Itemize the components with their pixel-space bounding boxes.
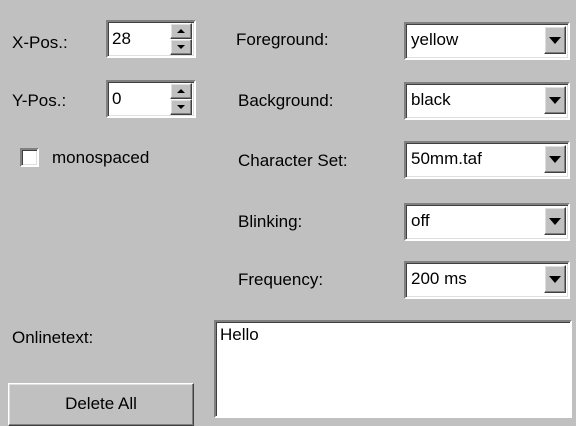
onlinetext-field[interactable]: Hello [214,320,572,418]
foreground-value: yellow [411,30,459,49]
background-value: black [411,90,451,109]
charset-label: Character Set: [238,151,348,170]
foreground-label: Foreground: [236,30,329,49]
delete-all-label: Delete All [65,394,137,413]
background-dropdown-button[interactable] [544,86,566,114]
xpos-decrement-button[interactable] [170,39,192,55]
ypos-label: Y-Pos.: [12,91,67,110]
background-select[interactable]: black [404,82,570,120]
foreground-dropdown-button[interactable] [544,26,566,54]
chevron-up-icon [177,29,185,33]
chevron-up-icon [177,89,185,93]
dropdown-arrow-icon [549,155,561,163]
xpos-label: X-Pos.: [12,33,68,52]
chevron-down-icon [177,105,185,109]
ypos-spinner[interactable] [106,80,196,118]
onlinetext-label: Onlinetext: [12,328,94,347]
blinking-value: off [411,211,430,230]
delete-all-button[interactable]: Delete All [8,383,194,426]
blinking-label: Blinking: [238,212,303,231]
xpos-spinner[interactable] [106,20,196,58]
charset-select[interactable]: 50mm.taf [404,141,570,179]
ypos-input[interactable] [112,88,162,110]
frequency-select[interactable]: 200 ms [404,261,570,299]
charset-dropdown-button[interactable] [544,145,566,173]
monospaced-checkbox[interactable] [20,148,39,167]
dropdown-arrow-icon [549,36,561,44]
xpos-input[interactable] [112,28,162,50]
monospaced-label[interactable]: monospaced [52,148,149,168]
frequency-value: 200 ms [411,269,467,288]
dropdown-arrow-icon [549,217,561,225]
chevron-down-icon [177,45,185,49]
ypos-decrement-button[interactable] [170,99,192,115]
ypos-increment-button[interactable] [170,83,192,99]
blinking-select[interactable]: off [404,203,570,241]
dropdown-arrow-icon [549,96,561,104]
xpos-increment-button[interactable] [170,23,192,39]
frequency-label: Frequency: [238,270,324,289]
charset-value: 50mm.taf [411,149,482,168]
background-label: Background: [238,91,334,110]
blinking-dropdown-button[interactable] [544,207,566,235]
foreground-select[interactable]: yellow [404,22,570,60]
frequency-dropdown-button[interactable] [544,265,566,293]
dropdown-arrow-icon [549,275,561,283]
